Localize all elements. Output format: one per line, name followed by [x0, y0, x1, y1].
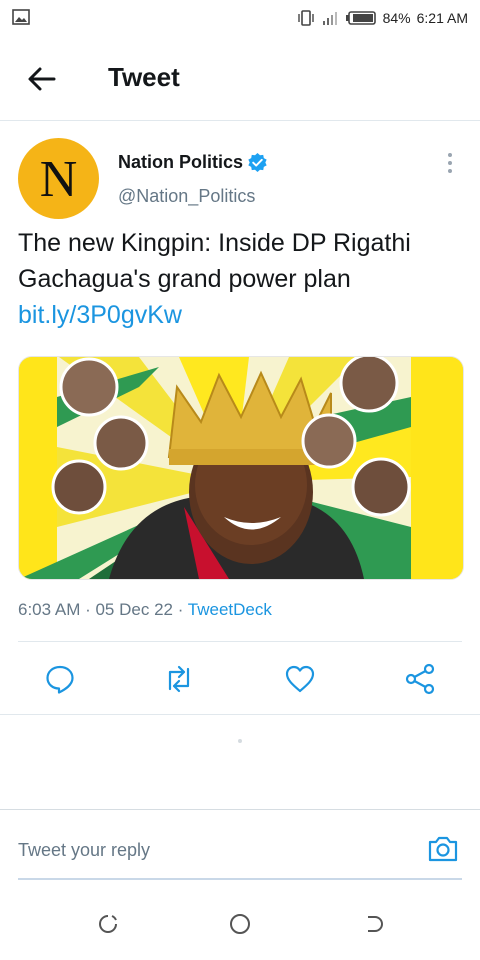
display-name[interactable]: Nation Politics [118, 152, 243, 173]
status-bar: 84% 6:21 AM [0, 0, 480, 36]
retweet-icon[interactable] [163, 663, 195, 695]
tweet-media-image[interactable] [18, 356, 464, 580]
tweet-text: The new Kingpin: Inside DP Rigathi Gacha… [18, 225, 466, 333]
battery-icon [345, 11, 376, 25]
page-title: Tweet [108, 62, 180, 92]
media-illustration [19, 357, 463, 579]
signal-icon [322, 12, 337, 25]
recent-apps-icon[interactable] [95, 911, 121, 937]
back-arrow-icon[interactable] [26, 64, 58, 94]
divider [0, 809, 480, 810]
reply-icon[interactable] [44, 663, 76, 695]
avatar[interactable]: N [18, 138, 99, 219]
avatar-letter: N [39, 151, 78, 208]
gallery-icon [12, 9, 30, 25]
battery-percent: 84% [382, 10, 411, 26]
tweet-source[interactable]: TweetDeck [188, 600, 272, 619]
tweet-body: The new Kingpin: Inside DP Rigathi Gacha… [18, 229, 411, 293]
user-handle[interactable]: @Nation_Politics [118, 186, 255, 207]
loading-dot [238, 739, 242, 743]
divider [0, 714, 480, 715]
tweet-meta: 6:03 AM · 05 Dec 22 · TweetDeck [18, 600, 272, 620]
more-options-icon[interactable] [440, 150, 460, 176]
home-icon[interactable] [227, 911, 253, 937]
vibrate-icon [297, 10, 314, 26]
top-bar: Tweet [0, 36, 480, 121]
camera-icon[interactable] [426, 833, 460, 865]
reply-underline [18, 878, 462, 880]
clock: 6:21 AM [416, 10, 468, 26]
verified-badge-icon [248, 152, 267, 173]
back-nav-icon[interactable] [361, 911, 387, 937]
tweet-timestamp: 6:03 AM · 05 Dec 22 · [18, 600, 188, 619]
reply-input[interactable] [18, 832, 398, 868]
share-icon[interactable] [404, 663, 436, 695]
status-indicators: 84% 6:21 AM [297, 8, 468, 28]
like-icon[interactable] [284, 663, 316, 695]
tweet-link[interactable]: bit.ly/3P0gvKw [18, 297, 466, 333]
divider [18, 641, 462, 642]
